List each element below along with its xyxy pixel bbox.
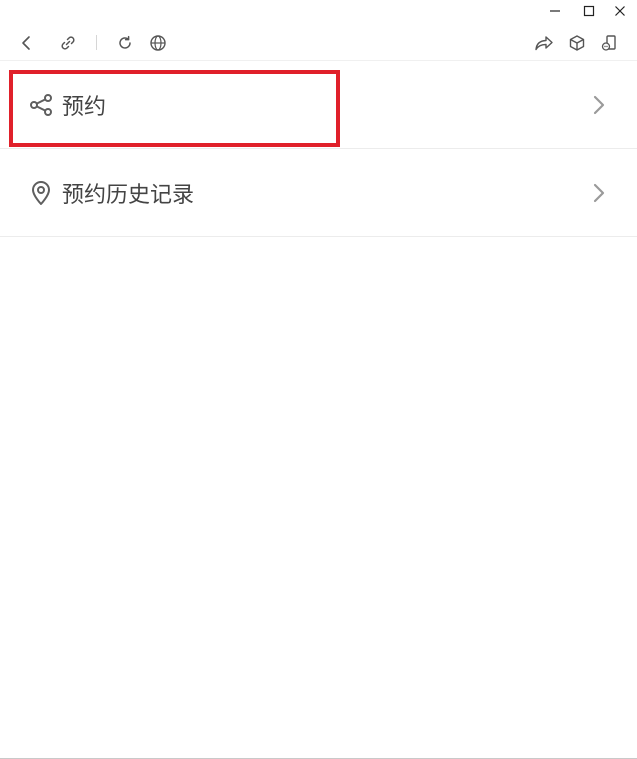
menu-list: 预约 预约历史记录 <box>0 61 637 237</box>
title-bar <box>0 0 637 22</box>
close-icon <box>615 6 625 16</box>
mini-program-icon <box>601 35 616 51</box>
share-forward-icon <box>535 36 553 51</box>
maximize-button[interactable] <box>578 2 600 20</box>
share-icon <box>28 92 54 118</box>
menu-item-label: 预约历史记录 <box>62 182 195 208</box>
copy-link-button[interactable] <box>55 30 81 56</box>
link-icon <box>61 36 75 50</box>
menu-item-label: 预约 <box>62 94 107 120</box>
app-window: 预约 预约历史记录 <box>0 0 637 759</box>
refresh-button[interactable] <box>112 30 138 56</box>
chevron-right-icon <box>591 93 607 117</box>
mini-program-button[interactable] <box>596 30 622 56</box>
cube-button[interactable] <box>564 30 590 56</box>
maximize-icon <box>583 5 595 17</box>
cube-icon <box>569 35 585 51</box>
chevron-right-icon <box>591 181 607 205</box>
close-button[interactable] <box>609 2 631 20</box>
toolbar-separator <box>96 35 97 50</box>
location-pin-icon <box>28 180 54 206</box>
globe-icon <box>150 35 166 51</box>
menu-item-appointment[interactable]: 预约 <box>0 61 637 149</box>
menu-item-appointment-history[interactable]: 预约历史记录 <box>0 149 637 237</box>
minimize-icon <box>550 10 560 12</box>
minimize-button[interactable] <box>544 2 566 20</box>
open-in-browser-button[interactable] <box>145 30 171 56</box>
back-icon <box>22 36 30 50</box>
refresh-icon <box>119 35 131 49</box>
back-button[interactable] <box>14 30 40 56</box>
toolbar <box>0 26 637 60</box>
forward-share-button[interactable] <box>531 30 557 56</box>
